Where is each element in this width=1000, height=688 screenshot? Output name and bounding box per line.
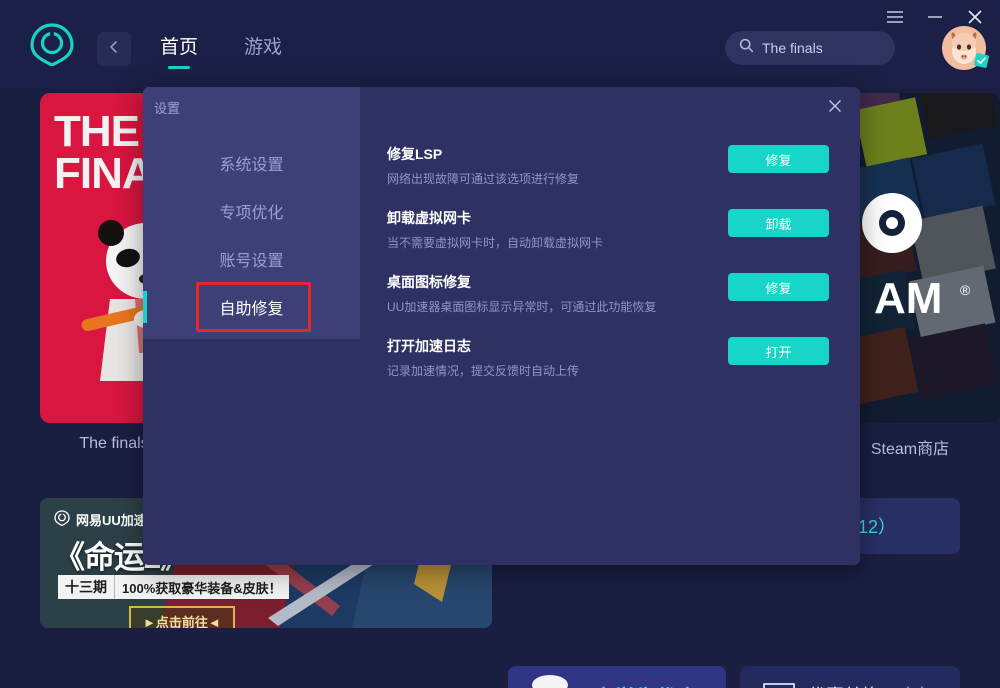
- uu-logo-icon: [30, 22, 74, 67]
- svg-text:AM: AM: [874, 274, 942, 323]
- nav-tabs: 首页 游戏: [160, 32, 282, 69]
- sidebar-item-system-settings[interactable]: 系统设置: [143, 139, 360, 187]
- settings-panel: 修复LSP 网络出现故障可通过该选项进行修复 修复 卸载虚拟网卡 当不需要虚拟网…: [387, 87, 860, 565]
- sidebar-item-special-optimization[interactable]: 专项优化: [143, 187, 360, 235]
- sidebar-item-label: 专项优化: [219, 205, 284, 222]
- minimize-button[interactable]: [924, 6, 946, 28]
- open-accel-log-button[interactable]: 打开: [728, 337, 829, 365]
- repair-lsp-button[interactable]: 修复: [728, 145, 829, 173]
- coupon-redeem-button[interactable]: 优惠兑换 （0）: [740, 666, 960, 688]
- search-icon: [739, 38, 754, 58]
- search-input[interactable]: The finals: [725, 31, 895, 65]
- close-button[interactable]: [964, 6, 986, 28]
- banner-tagline: 十三期 100%获取豪华装备&皮肤！: [58, 575, 289, 599]
- window-controls: [884, 6, 986, 28]
- search-value: The finals: [762, 40, 823, 56]
- setting-row-open-accel-log: 打开加速日志 记录加速情况，提交反馈时自动上传 打开: [387, 336, 829, 380]
- coupon-redeem-label: 优惠兑换: [808, 682, 880, 688]
- settings-dialog: 设置 系统设置 专项优化 账号设置 自助修复 修复LSP 网络出现故障可通过该选…: [143, 87, 860, 565]
- banner-tag-right: 100%获取豪华装备&皮肤！: [122, 580, 282, 596]
- sidebar-item-self-repair[interactable]: 自助修复: [143, 282, 360, 332]
- settings-menu: 系统设置 专项优化 账号设置 自助修复: [143, 139, 360, 332]
- setting-row-desktop-icon-repair: 桌面图标修复 UU加速器桌面图标显示异常时，可通过此功能恢复 修复: [387, 272, 829, 316]
- app-window: 首页 游戏 The finals THE FINA The finals AM …: [0, 0, 1000, 688]
- coupon-redeem-count: （0）: [892, 682, 938, 688]
- active-accent-bar: [143, 291, 147, 323]
- student-discount-button[interactable]: 大学生优惠: [508, 666, 726, 688]
- tab-games[interactable]: 游戏: [244, 32, 282, 69]
- uninstall-virtual-nic-button[interactable]: 卸载: [728, 209, 829, 237]
- desktop-icon-repair-button[interactable]: 修复: [728, 273, 829, 301]
- back-button[interactable]: [97, 32, 131, 66]
- uu-logo-icon: [54, 510, 70, 529]
- title-bar: 首页 游戏 The finals: [0, 0, 1000, 88]
- game-card-steam-store[interactable]: AM ®: [852, 93, 1000, 423]
- banner-tag-left: 十三期: [65, 579, 107, 595]
- sidebar-item-label: 账号设置: [219, 253, 284, 270]
- chevron-left-icon: [107, 40, 121, 59]
- setting-row-repair-lsp: 修复LSP 网络出现故障可通过该选项进行修复 修复: [387, 144, 829, 188]
- ticket-icon: [762, 681, 796, 688]
- setting-row-uninstall-virtual-nic: 卸载虚拟网卡 当不需要虚拟网卡时，自动卸载虚拟网卡 卸载: [387, 208, 829, 252]
- settings-dialog-title: 设置: [154, 101, 181, 116]
- banner-cta-button[interactable]: ►点击前往◄: [129, 606, 235, 628]
- sidebar-item-account-settings[interactable]: 账号设置: [143, 235, 360, 283]
- tab-home[interactable]: 首页: [160, 32, 198, 69]
- sidebar-item-label: 系统设置: [219, 157, 284, 174]
- sidebar-item-label: 自助修复: [219, 301, 284, 318]
- verified-badge-icon: [973, 52, 990, 69]
- student-discount-label: 大学生优惠: [593, 682, 698, 688]
- menu-button[interactable]: [884, 6, 906, 28]
- svg-text:®: ®: [960, 282, 971, 298]
